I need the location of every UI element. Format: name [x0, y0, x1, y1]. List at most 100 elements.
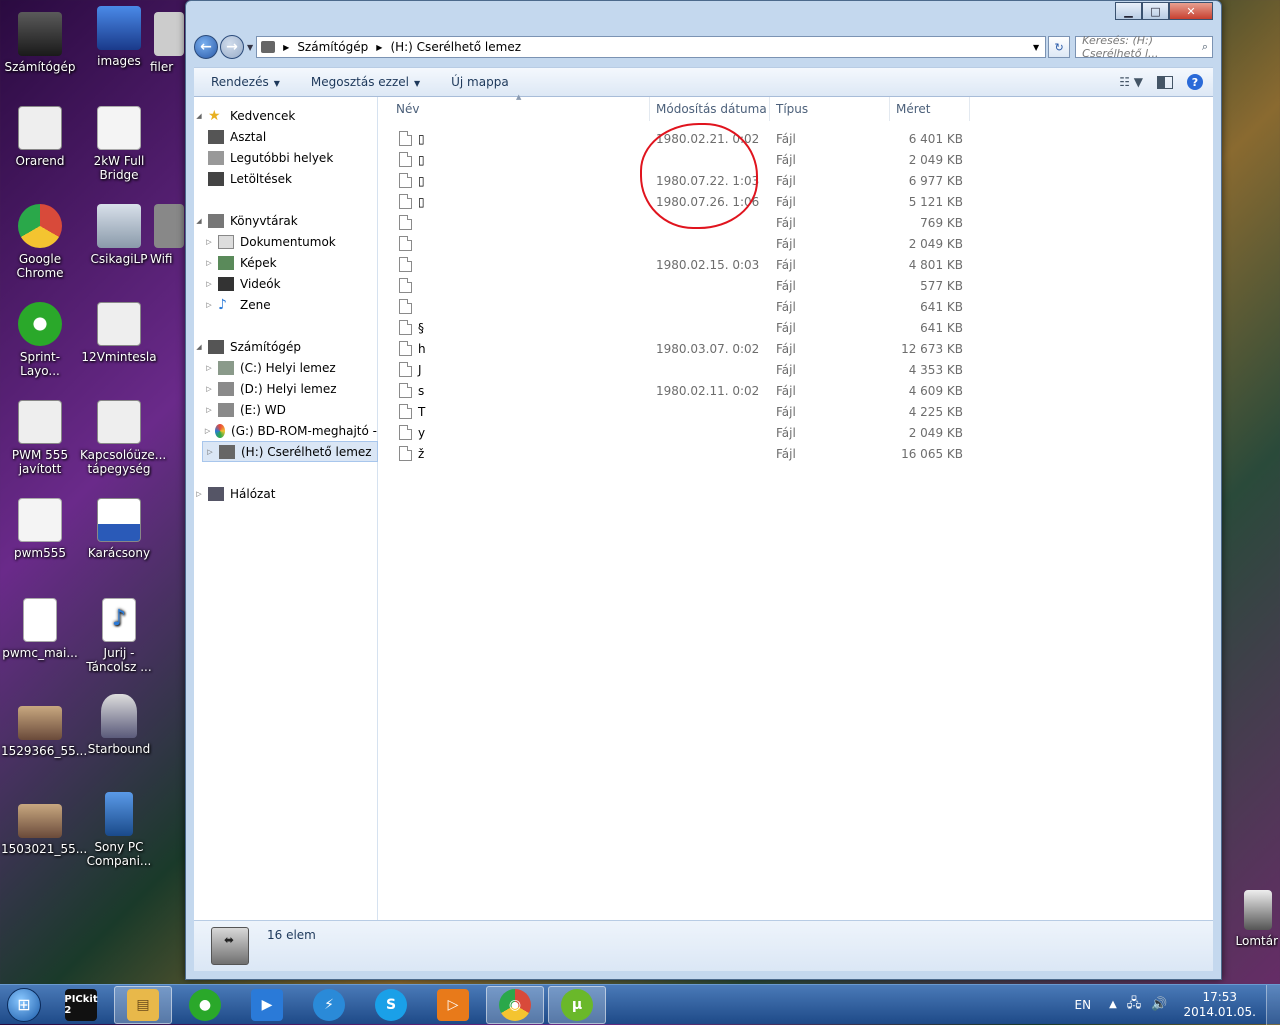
desktop-icon-starbound[interactable]: Starbound: [80, 694, 158, 756]
desktop-icon-sony-pc-companion[interactable]: Sony PC Compani...: [80, 792, 158, 868]
breadcrumb-computer[interactable]: Számítógép: [297, 40, 368, 54]
nav-desktop[interactable]: Asztal: [194, 126, 377, 147]
expanded-arrow-icon[interactable]: ◢: [194, 343, 204, 351]
file-row[interactable]: § Fájl 641 KB: [378, 317, 1213, 338]
nav-computer[interactable]: ◢ Számítógép: [194, 336, 377, 357]
file-row[interactable]: h 1980.03.07. 0:02 Fájl 12 673 KB: [378, 338, 1213, 359]
new-folder-button[interactable]: Új mappa: [434, 75, 523, 89]
file-row[interactable]: ▯ 1980.07.22. 1:03 Fájl 6 977 KB: [378, 170, 1213, 191]
network-icon[interactable]: 🖧: [1127, 994, 1142, 1016]
nav-pictures[interactable]: ▷ Képek: [194, 252, 377, 273]
desktop-icon-photo-1503021[interactable]: 1503021_55...: [1, 798, 87, 856]
nav-drive-g[interactable]: ▷ (G:) BD-ROM-meghajtó -: [194, 420, 377, 441]
desktop-icon-orarend[interactable]: Orarend: [1, 106, 79, 168]
recent-pages-dropdown[interactable]: ▼: [247, 43, 253, 52]
breadcrumb-current-drive[interactable]: (H:) Cserélhető lemez: [390, 40, 521, 54]
nav-drive-d[interactable]: ▷ (D:) Helyi lemez: [194, 378, 377, 399]
file-row[interactable]: y Fájl 2 049 KB: [378, 422, 1213, 443]
nav-favorites[interactable]: ◢ ★ Kedvencek: [194, 105, 377, 126]
nav-videos[interactable]: ▷ Videók: [194, 273, 377, 294]
desktop-icon-filer[interactable]: filer: [150, 12, 186, 74]
desktop-icon-pwmc-mai[interactable]: pwmc_mai...: [1, 598, 79, 660]
desktop-icon-chrome[interactable]: Google Chrome: [1, 204, 79, 280]
nav-drive-h[interactable]: ▷ (H:) Cserélhető lemez: [202, 441, 378, 462]
column-header-date[interactable]: Módosítás dátuma: [650, 97, 770, 121]
file-row[interactable]: 1980.02.15. 0:03 Fájl 4 801 KB: [378, 254, 1213, 275]
start-button[interactable]: ⊞: [0, 985, 48, 1025]
desktop-icon-pwm555[interactable]: pwm555: [1, 498, 79, 560]
taskbar-app-pickit[interactable]: PICkit 2: [52, 986, 110, 1024]
collapsed-arrow-icon[interactable]: ▷: [204, 301, 214, 309]
nav-drive-e[interactable]: ▷ (E:) WD: [194, 399, 377, 420]
address-bar[interactable]: ▶ Számítógép ▶ (H:) Cserélhető lemez ▼: [256, 36, 1047, 58]
collapsed-arrow-icon[interactable]: ▷: [204, 364, 214, 372]
search-input[interactable]: Keresés: (H:) Cserélhető l... ⌕: [1075, 34, 1213, 60]
back-button[interactable]: ←: [194, 35, 218, 59]
collapsed-arrow-icon[interactable]: ▷: [204, 280, 214, 288]
desktop-icon-images[interactable]: images: [80, 6, 158, 68]
view-options-icon[interactable]: ☷ ▼: [1119, 75, 1143, 89]
taskbar-app-skype[interactable]: S: [362, 986, 420, 1024]
collapsed-arrow-icon[interactable]: ▷: [204, 385, 214, 393]
show-hidden-icons-icon[interactable]: ▲: [1109, 999, 1117, 1010]
nav-network[interactable]: ▷ Hálózat: [194, 483, 377, 504]
preview-pane-icon[interactable]: [1157, 75, 1173, 89]
expanded-arrow-icon[interactable]: ◢: [194, 112, 204, 120]
desktop-icon-recycle-bin[interactable]: Lomtár: [1224, 890, 1278, 948]
nav-recent-places[interactable]: Legutóbbi helyek: [194, 147, 377, 168]
taskbar-app-sprint-layout[interactable]: ●: [176, 986, 234, 1024]
collapsed-arrow-icon[interactable]: ▷: [205, 448, 215, 456]
desktop-icon-2kw-full-bridge[interactable]: 2kW Full Bridge: [80, 106, 158, 182]
taskbar-app-media-player[interactable]: ▶: [238, 986, 296, 1024]
search-icon[interactable]: ⌕: [1202, 40, 1208, 54]
desktop-icon-kapcsolouzemu[interactable]: Kapcsolóüze... tápegység: [80, 400, 166, 476]
show-desktop-button[interactable]: [1266, 984, 1280, 1025]
nav-documents[interactable]: ▷ Dokumentumok: [194, 231, 377, 252]
refresh-button[interactable]: ↻: [1048, 36, 1071, 58]
desktop-icon-wifi[interactable]: Wifi: [150, 204, 186, 266]
collapsed-arrow-icon[interactable]: ▷: [204, 427, 211, 435]
taskbar-app-media-center[interactable]: ▷: [424, 986, 482, 1024]
taskbar-app-chrome[interactable]: ◉: [486, 985, 544, 1024]
clock[interactable]: 17:53 2014.01.05.: [1183, 990, 1256, 1020]
file-row[interactable]: ž Fájl 16 065 KB: [378, 443, 1213, 464]
share-button[interactable]: Megosztás ezzel ▼: [294, 75, 434, 89]
file-row[interactable]: T Fájl 4 225 KB: [378, 401, 1213, 422]
collapsed-arrow-icon[interactable]: ▷: [194, 490, 204, 498]
expanded-arrow-icon[interactable]: ◢: [194, 217, 204, 225]
file-row[interactable]: s 1980.02.11. 0:02 Fájl 4 609 KB: [378, 380, 1213, 401]
column-header-name[interactable]: Név ▲: [378, 93, 650, 121]
column-header-size[interactable]: Méret: [890, 97, 970, 121]
desktop-icon-photo-1529366[interactable]: 1529366_55...: [1, 700, 87, 758]
minimize-button[interactable]: ▁: [1115, 2, 1142, 20]
nav-downloads[interactable]: Letöltések: [194, 168, 377, 189]
organize-button[interactable]: Rendezés ▼: [194, 75, 294, 89]
file-row[interactable]: J Fájl 4 353 KB: [378, 359, 1213, 380]
language-indicator[interactable]: EN: [1075, 998, 1092, 1012]
volume-icon[interactable]: 🔊: [1151, 997, 1167, 1012]
taskbar-app-explorer[interactable]: ▤: [114, 985, 172, 1024]
desktop-icon-12vmintesla[interactable]: 12Vmintesla: [80, 302, 158, 364]
file-row[interactable]: ▯ Fájl 2 049 KB: [378, 149, 1213, 170]
nav-music[interactable]: ▷ ♪ Zene: [194, 294, 377, 315]
column-header-type[interactable]: Típus: [770, 97, 890, 121]
desktop-icon-sprint-layout[interactable]: Sprint-Layo...: [1, 302, 79, 378]
file-row[interactable]: ▯ 1980.07.26. 1:06 Fájl 5 121 KB: [378, 191, 1213, 212]
desktop-icon-jurij-mp3[interactable]: ♪ Jurij - Táncolsz ...: [80, 598, 158, 674]
desktop-icon-karacsony[interactable]: Karácsony: [80, 498, 158, 560]
close-button[interactable]: ✕: [1169, 2, 1213, 20]
nav-libraries[interactable]: ◢ Könyvtárak: [194, 210, 377, 231]
file-row[interactable]: Fájl 769 KB: [378, 212, 1213, 233]
taskbar-app-utorrent[interactable]: µ: [548, 985, 606, 1024]
file-row[interactable]: Fájl 577 KB: [378, 275, 1213, 296]
nav-drive-c[interactable]: ▷ (C:) Helyi lemez: [194, 357, 377, 378]
maximize-button[interactable]: □: [1142, 2, 1169, 20]
breadcrumb-separator-icon[interactable]: ▶: [283, 43, 289, 52]
taskbar-app-flash[interactable]: ⚡: [300, 986, 358, 1024]
collapsed-arrow-icon[interactable]: ▷: [204, 238, 214, 246]
desktop-icon-computer[interactable]: Számítógép: [1, 12, 79, 74]
help-icon[interactable]: ?: [1187, 74, 1203, 90]
file-row[interactable]: Fájl 2 049 KB: [378, 233, 1213, 254]
collapsed-arrow-icon[interactable]: ▷: [204, 259, 214, 267]
address-dropdown-icon[interactable]: ▼: [1033, 43, 1039, 52]
